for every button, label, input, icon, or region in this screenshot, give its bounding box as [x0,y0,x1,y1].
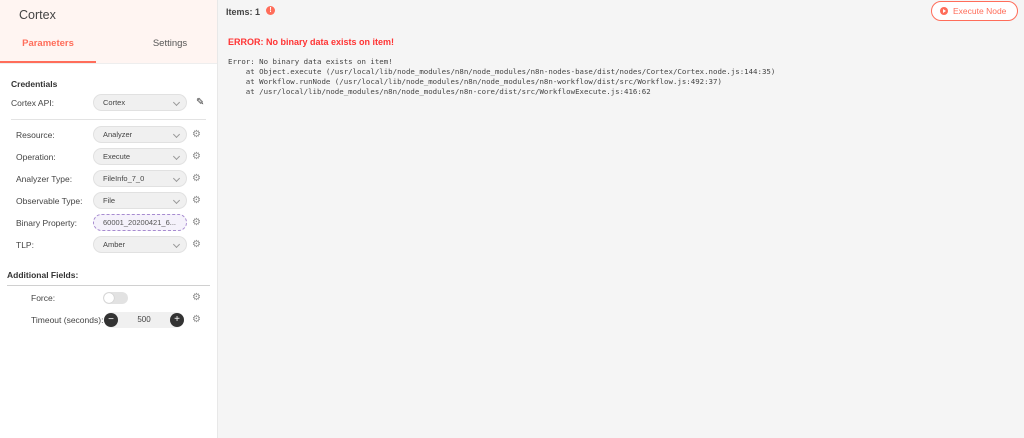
param-row-operation: Operation: Execute ⚙ [0,148,218,166]
force-toggle[interactable] [103,292,128,304]
execute-node-label: Execute Node [953,6,1007,16]
cogs-icon[interactable]: ⚙ [192,292,201,303]
cortex-api-select[interactable]: Cortex [93,94,187,111]
panel-header: Cortex Parameters Settings [0,0,217,64]
force-label: Force: [31,293,56,303]
toggle-knob [104,293,114,303]
tlp-select[interactable]: Amber [93,236,187,253]
node-title[interactable]: Cortex [19,8,56,22]
analyzer-type-select[interactable]: FileInfo_7_0 [93,170,187,187]
plus-icon[interactable]: + [170,313,184,327]
pencil-icon[interactable]: ✎ [196,97,204,108]
chevron-down-icon [172,98,181,107]
items-count: Items: 1 [226,7,261,17]
execute-node-button[interactable]: Execute Node [931,1,1018,21]
active-tab-indicator [0,61,96,63]
divider [11,119,206,120]
play-circle-icon [940,7,948,15]
cogs-icon[interactable]: ⚙ [192,151,201,162]
tlp-label: TLP: [16,240,34,250]
resource-value: Analyzer [103,130,133,139]
binary-property-value: 60001_20200421_6... [103,218,176,227]
cogs-icon[interactable]: ⚙ [192,173,201,184]
output-panel: Items: 1 ! Execute Node ERROR: No binary… [218,0,1024,438]
chevron-down-icon [172,152,181,161]
minus-icon[interactable]: − [104,313,118,327]
param-row-resource: Resource: Analyzer ⚙ [0,126,218,144]
param-row-binary-property: Binary Property: 60001_20200421_6... ⚙ [0,214,218,232]
tlp-value: Amber [103,240,126,249]
parameters-panel: Cortex Parameters Settings Credentials C… [0,0,218,438]
cogs-icon[interactable]: ⚙ [192,195,201,206]
binary-property-input[interactable]: 60001_20200421_6... [93,214,187,231]
credentials-row: Cortex API: Cortex ✎ [0,94,218,112]
param-row-analyzer-type: Analyzer Type: FileInfo_7_0 ⚙ [0,170,218,188]
additional-fields-title: Additional Fields: [7,270,79,280]
chevron-down-icon [172,174,181,183]
credentials-section-title: Credentials [11,79,58,89]
operation-label: Operation: [16,152,56,162]
divider [7,285,210,286]
tab-parameters[interactable]: Parameters [0,38,96,49]
error-line: at Object.execute (/usr/local/lib/node_m… [228,67,776,76]
tab-settings[interactable]: Settings [122,38,218,49]
cogs-icon[interactable]: ⚙ [192,129,201,140]
binary-property-label: Binary Property: [16,218,77,228]
operation-select[interactable]: Execute [93,148,187,165]
cortex-api-label: Cortex API: [11,98,54,108]
param-row-observable-type: Observable Type: File ⚙ [0,192,218,210]
timeout-label: Timeout (seconds): [31,315,104,325]
timeout-row: Timeout (seconds): 500 − + ⚙ [0,311,218,329]
operation-value: Execute [103,152,131,161]
cogs-icon[interactable]: ⚙ [192,239,201,250]
cogs-icon[interactable]: ⚙ [192,314,201,325]
observable-type-select[interactable]: File [93,192,187,209]
chevron-down-icon [172,196,181,205]
chevron-down-icon [172,130,181,139]
force-row: Force: ⚙ [0,289,218,307]
observable-type-label: Observable Type: [16,196,83,206]
param-row-tlp: TLP: Amber ⚙ [0,236,218,254]
error-line: at /usr/local/lib/node_modules/n8n/node_… [228,87,651,96]
analyzer-type-value: FileInfo_7_0 [103,174,145,183]
error-title: ERROR: No binary data exists on item! [228,37,395,47]
error-stack: Error: No binary data exists on item! at… [228,57,775,97]
error-line: Error: No binary data exists on item! [228,57,393,66]
error-line: at Workflow.runNode (/usr/local/lib/node… [228,77,722,86]
cogs-icon[interactable]: ⚙ [192,217,201,228]
resource-select[interactable]: Analyzer [93,126,187,143]
timeout-stepper[interactable]: 500 − + [104,312,184,328]
cortex-api-value: Cortex [103,98,126,107]
resource-label: Resource: [16,130,55,140]
observable-type-value: File [103,196,116,205]
warning-icon[interactable]: ! [266,6,275,15]
chevron-down-icon [172,240,181,249]
analyzer-type-label: Analyzer Type: [16,174,73,184]
